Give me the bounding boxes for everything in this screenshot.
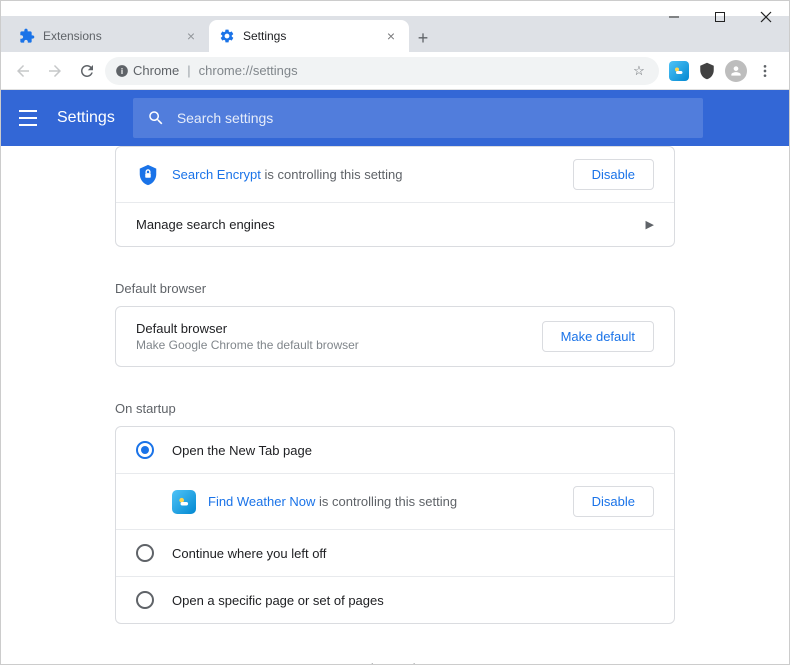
manage-search-engines-row[interactable]: Manage search engines ▶ [116, 203, 674, 246]
row-title: Default browser [136, 321, 530, 336]
close-tab-icon[interactable]: × [183, 28, 199, 44]
radio-icon[interactable] [136, 591, 154, 609]
notice-text: Find Weather Now is controlling this set… [208, 494, 561, 509]
tab-settings[interactable]: Settings × [209, 20, 409, 52]
tab-label: Extensions [43, 29, 102, 43]
back-button[interactable] [9, 57, 37, 85]
tab-extensions[interactable]: Extensions × [9, 20, 209, 52]
option-label: Open a specific page or set of pages [172, 593, 384, 608]
on-startup-heading: On startup [115, 383, 675, 426]
minimize-button[interactable] [651, 1, 697, 33]
find-weather-link[interactable]: Find Weather Now [208, 494, 315, 509]
settings-title: Settings [57, 109, 115, 127]
extension-weather-icon[interactable] [669, 61, 689, 81]
reload-button[interactable] [73, 57, 101, 85]
omnibox-sep: | [187, 63, 190, 78]
radio-icon[interactable] [136, 544, 154, 562]
window-controls [651, 1, 789, 33]
bookmark-star-icon[interactable]: ☆ [629, 61, 649, 81]
omnibox[interactable]: i Chrome | chrome://settings ☆ [105, 57, 659, 85]
tab-label: Settings [243, 29, 286, 43]
advanced-label: Advanced [358, 661, 416, 665]
disable-button[interactable]: Disable [573, 159, 654, 190]
weather-icon [172, 490, 196, 514]
close-tab-icon[interactable]: × [383, 28, 399, 44]
settings-content[interactable]: Search Encrypt is controlling this setti… [1, 146, 789, 664]
find-weather-notice: Find Weather Now is controlling this set… [116, 474, 674, 530]
option-label: Continue where you left off [172, 546, 326, 561]
startup-option-continue[interactable]: Continue where you left off [116, 530, 674, 577]
profile-avatar[interactable] [725, 60, 747, 82]
advanced-toggle[interactable]: Advanced ▾ [115, 640, 675, 664]
default-browser-section: Default browser Make Google Chrome the d… [115, 306, 675, 367]
address-bar: i Chrome | chrome://settings ☆ [1, 52, 789, 90]
svg-text:i: i [121, 66, 123, 75]
omnibox-url: chrome://settings [199, 63, 298, 78]
search-icon [147, 109, 165, 127]
make-default-button[interactable]: Make default [542, 321, 654, 352]
search-encrypt-notice: Search Encrypt is controlling this setti… [116, 147, 674, 203]
forward-button[interactable] [41, 57, 69, 85]
search-engine-section: Search Encrypt is controlling this setti… [115, 146, 675, 247]
notice-text: Search Encrypt is controlling this setti… [172, 167, 561, 182]
search-encrypt-link[interactable]: Search Encrypt [172, 167, 261, 182]
settings-search[interactable] [133, 98, 703, 138]
chevron-down-icon: ▾ [426, 660, 433, 664]
startup-option-newtab[interactable]: Open the New Tab page [116, 427, 674, 474]
on-startup-section: Open the New Tab page Find Weather Now i… [115, 426, 675, 624]
toolbar-actions [663, 60, 781, 82]
close-window-button[interactable] [743, 1, 789, 33]
gear-icon [219, 28, 235, 44]
startup-option-specific[interactable]: Open a specific page or set of pages [116, 577, 674, 623]
maximize-button[interactable] [697, 1, 743, 33]
origin-label: Chrome [133, 63, 179, 78]
settings-header: Settings [1, 90, 789, 146]
puzzle-icon [19, 28, 35, 44]
extension-shield-icon[interactable] [697, 61, 717, 81]
disable-button[interactable]: Disable [573, 486, 654, 517]
kebab-menu-icon[interactable] [755, 61, 775, 81]
chevron-right-icon: ▶ [646, 218, 654, 231]
row-label: Manage search engines [136, 217, 275, 232]
default-browser-heading: Default browser [115, 263, 675, 306]
default-browser-row: Default browser Make Google Chrome the d… [116, 307, 674, 366]
row-subtitle: Make Google Chrome the default browser [136, 338, 530, 352]
site-info-icon[interactable]: i Chrome [115, 63, 179, 78]
shield-icon [136, 163, 160, 187]
radio-selected-icon[interactable] [136, 441, 154, 459]
hamburger-icon[interactable] [19, 108, 39, 128]
settings-search-input[interactable] [177, 110, 689, 126]
option-label: Open the New Tab page [172, 443, 312, 458]
new-tab-button[interactable]: + [409, 24, 437, 52]
